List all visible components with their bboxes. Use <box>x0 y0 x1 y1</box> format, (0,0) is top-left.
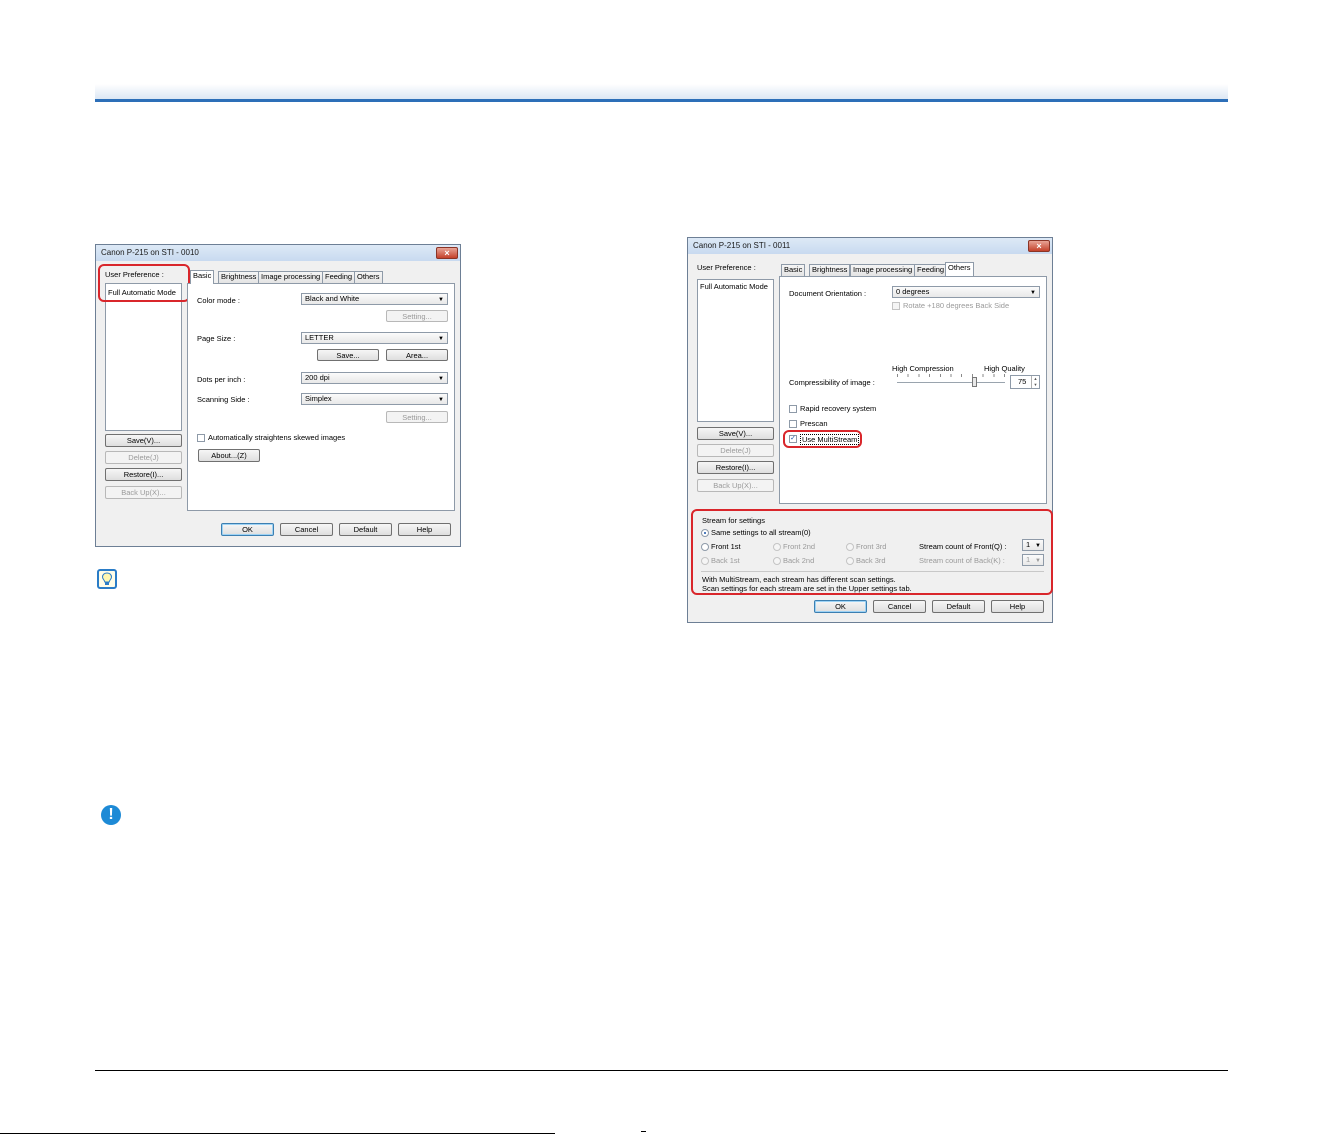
rotate-checkbox[interactable] <box>892 302 900 310</box>
save-preference-button[interactable]: Save(V)... <box>105 434 182 447</box>
orientation-value: 0 degrees <box>896 287 930 296</box>
preference-item[interactable]: Full Automatic Mode <box>700 282 768 291</box>
help-button[interactable]: Help <box>991 600 1044 613</box>
multistream-highlight <box>783 430 862 448</box>
color-mode-value: Black and White <box>305 294 360 303</box>
page-size-label: Page Size : <box>197 334 236 343</box>
tab-feeding[interactable]: Feeding <box>322 271 356 283</box>
color-mode-label: Color mode : <box>197 296 240 305</box>
close-button[interactable]: × <box>436 247 458 259</box>
exclamation-important-icon: ! <box>101 805 121 825</box>
tab-brightness[interactable]: Brightness <box>809 264 851 276</box>
tab-feeding[interactable]: Feeding <box>914 264 948 276</box>
compression-slider[interactable] <box>897 373 1005 387</box>
tab-brightness[interactable]: Brightness <box>218 271 260 283</box>
compression-spinbox[interactable]: 75 ▲ ▼ <box>1010 375 1040 389</box>
ok-button[interactable]: OK <box>814 600 867 613</box>
compressibility-label: Compressibility of image : <box>789 378 875 387</box>
page-bottom-mark <box>641 1131 646 1132</box>
dialog-title: Canon P-215 on STI - 0011 <box>693 241 791 250</box>
page-size-value: LETTER <box>305 333 334 342</box>
settings-dialog-others: Canon P-215 on STI - 0011 × User Prefere… <box>687 237 1053 623</box>
dpi-select[interactable]: 200 dpi ▼ <box>301 372 448 384</box>
slider-thumb[interactable] <box>972 377 977 387</box>
scanning-side-value: Simplex <box>305 394 332 403</box>
compression-value: 75 <box>1018 377 1027 386</box>
rapid-recovery-label: Rapid recovery system <box>800 404 877 413</box>
rotate-label: Rotate +180 degrees Back Side <box>903 301 1010 310</box>
rapid-recovery-checkbox[interactable] <box>789 405 797 413</box>
default-button[interactable]: Default <box>339 523 392 536</box>
dropdown-arrow-icon: ▼ <box>438 397 444 403</box>
tab-others[interactable]: Others <box>945 262 974 276</box>
title-bar: Canon P-215 on STI - 0010 × <box>96 245 460 261</box>
cancel-button[interactable]: Cancel <box>873 600 926 613</box>
ok-button[interactable]: OK <box>221 523 274 536</box>
preference-list[interactable]: Full Automatic Mode <box>697 279 774 422</box>
title-bar: Canon P-215 on STI - 0011 × <box>688 238 1052 254</box>
orientation-select[interactable]: 0 degrees ▼ <box>892 286 1040 298</box>
delete-preference-button[interactable]: Delete(J) <box>105 451 182 464</box>
dropdown-arrow-icon: ▼ <box>1030 290 1036 296</box>
backup-button[interactable]: Back Up(X)... <box>697 479 774 492</box>
close-button[interactable]: × <box>1028 240 1050 252</box>
about-button[interactable]: About...(Z) <box>198 449 260 462</box>
dropdown-arrow-icon: ▼ <box>438 336 444 342</box>
default-button[interactable]: Default <box>932 600 985 613</box>
tab-others[interactable]: Others <box>354 271 383 283</box>
user-preference-highlight <box>98 264 190 302</box>
slider-ticks <box>897 374 1005 377</box>
high-compression-label: High Compression <box>892 364 954 373</box>
scanning-side-label: Scanning Side : <box>197 395 250 404</box>
user-preference-label: User Preference : <box>697 263 756 272</box>
dialog-title: Canon P-215 on STI - 0010 <box>101 248 199 257</box>
scanning-side-select[interactable]: Simplex ▼ <box>301 393 448 405</box>
settings-dialog-basic: Canon P-215 on STI - 0010 × User Prefere… <box>95 244 461 547</box>
delete-preference-button[interactable]: Delete(J) <box>697 444 774 457</box>
header-gradient <box>95 84 1228 99</box>
others-tab-panel: Document Orientation : 0 degrees ▼ Rotate… <box>779 276 1047 504</box>
side-setting-button[interactable]: Setting... <box>386 411 448 423</box>
page-size-select[interactable]: LETTER ▼ <box>301 332 448 344</box>
tab-basic[interactable]: Basic <box>190 270 215 284</box>
dpi-label: Dots per inch : <box>197 375 246 384</box>
header-rule <box>95 99 1228 102</box>
stream-settings-highlight <box>691 509 1053 595</box>
preference-list[interactable]: Full Automatic Mode <box>105 283 182 431</box>
restore-button[interactable]: Restore(I)... <box>697 461 774 474</box>
orientation-label: Document Orientation : <box>789 289 867 298</box>
color-setting-button[interactable]: Setting... <box>386 310 448 322</box>
footer-rule <box>95 1070 1228 1071</box>
straighten-label: Automatically straightens skewed images <box>208 433 346 442</box>
area-button[interactable]: Area... <box>386 349 448 361</box>
page-save-button[interactable]: Save... <box>317 349 379 361</box>
dropdown-arrow-icon: ▼ <box>438 297 444 303</box>
high-quality-label: High Quality <box>984 364 1025 373</box>
straighten-checkbox[interactable] <box>197 434 205 442</box>
slider-track <box>897 382 1005 383</box>
prescan-label: Prescan <box>800 419 828 428</box>
backup-button[interactable]: Back Up(X)... <box>105 486 182 499</box>
cancel-button[interactable]: Cancel <box>280 523 333 536</box>
spin-arrows-icon[interactable]: ▲ ▼ <box>1031 376 1039 388</box>
tab-image-processing[interactable]: Image processing <box>258 271 324 283</box>
help-button[interactable]: Help <box>398 523 451 536</box>
dpi-value: 200 dpi <box>305 373 330 382</box>
lightbulb-hint-icon <box>97 569 117 589</box>
dropdown-arrow-icon: ▼ <box>438 376 444 382</box>
tab-image-processing[interactable]: Image processing <box>850 264 916 276</box>
restore-button[interactable]: Restore(I)... <box>105 468 182 481</box>
tab-basic[interactable]: Basic <box>781 264 806 276</box>
color-mode-select[interactable]: Black and White ▼ <box>301 293 448 305</box>
prescan-checkbox[interactable] <box>789 420 797 428</box>
basic-tab-panel: Color mode : Black and White ▼ Setting...… <box>187 283 455 511</box>
save-preference-button[interactable]: Save(V)... <box>697 427 774 440</box>
